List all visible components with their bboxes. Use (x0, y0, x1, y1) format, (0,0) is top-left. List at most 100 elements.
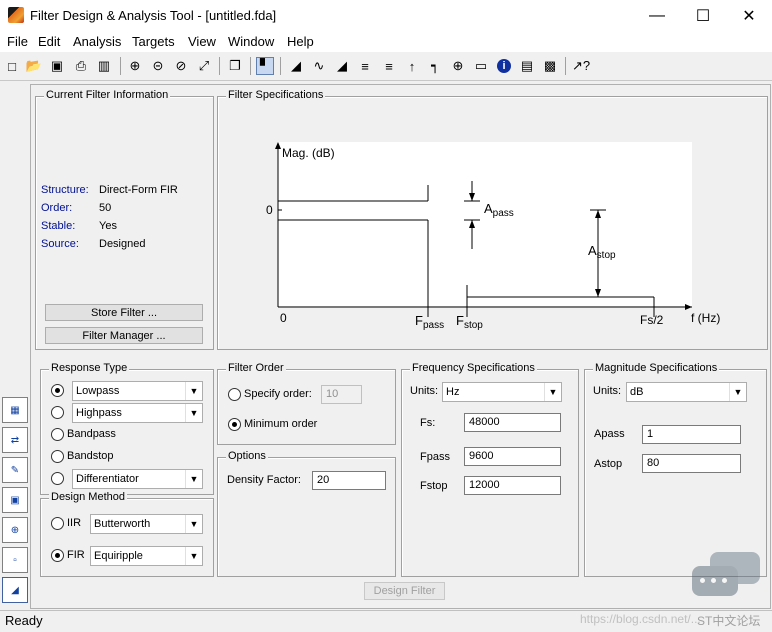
zoom-in-icon[interactable]: ⊕ (126, 57, 144, 75)
pole-zero-editor-side-icon[interactable]: ⊕ (2, 517, 28, 543)
print-icon[interactable]: ⎙ (72, 57, 90, 75)
magnitude-response-icon[interactable]: ◢ (287, 57, 305, 75)
highpass-radio[interactable] (51, 406, 64, 419)
close-button[interactable]: ✕ (726, 0, 772, 31)
filter-order-title: Filter Order (226, 362, 286, 374)
store-filter-button[interactable]: Store Filter ... (45, 304, 203, 321)
freq-units-select[interactable]: Hz ▼ (442, 382, 562, 402)
filter-info-icon[interactable]: i (495, 57, 513, 75)
menu-edit[interactable]: Edit (38, 34, 60, 49)
new-file-icon[interactable]: □ (3, 57, 21, 75)
print-preview-icon[interactable]: ▥ (95, 57, 113, 75)
menu-view[interactable]: View (188, 34, 216, 49)
iir-select[interactable]: Butterworth ▼ (90, 514, 203, 534)
menu-window[interactable]: Window (228, 34, 274, 49)
apass-label: Apass (484, 201, 514, 219)
astop-input[interactable]: 80 (642, 454, 741, 473)
realize-model-side-icon[interactable]: ▣ (2, 487, 28, 513)
fir-radio[interactable] (51, 549, 64, 562)
minimize-button[interactable]: — (634, 0, 680, 31)
frequency-specs-title: Frequency Specifications (410, 362, 537, 374)
fs2-label: Fs/2 (640, 313, 664, 327)
spec-diagram (275, 142, 692, 317)
bandstop-label: Bandstop (67, 450, 114, 462)
highpass-select[interactable]: Highpass ▼ (72, 403, 203, 423)
watermark-logo (692, 552, 762, 602)
minimum-order-label: Minimum order (244, 418, 318, 430)
bandpass-radio[interactable] (51, 428, 64, 441)
density-factor-input[interactable]: 20 (312, 471, 386, 490)
mag-axis-label: Mag. (dB) (282, 146, 335, 160)
magnitude-estimate-icon[interactable]: ▤ (518, 57, 536, 75)
design-method-panel: Design Method IIR Butterworth ▼ FIR Equir… (40, 491, 214, 577)
structure-value: Direct-Form FIR (99, 184, 178, 196)
fstop-input-label: Fstop (420, 480, 448, 492)
maximize-button[interactable]: ☐ (680, 0, 726, 31)
round-off-noise-icon[interactable]: ▩ (541, 57, 559, 75)
menu-targets[interactable]: Targets (132, 34, 175, 49)
bandstop-radio[interactable] (51, 450, 64, 463)
filter-order-panel: Filter Order Specify order: 10 Minimum o… (217, 362, 396, 445)
new-figure-icon[interactable]: ❐ (226, 57, 244, 75)
zero-x-label: 0 (280, 311, 287, 325)
specify-order-radio[interactable] (228, 388, 241, 401)
import-filter-side-icon[interactable]: ✎ (2, 457, 28, 483)
whats-this-icon[interactable]: ↗? (572, 57, 590, 75)
menu-file[interactable]: File (7, 34, 28, 49)
fpass-label: Fpass (415, 313, 445, 331)
fir-label: FIR (67, 549, 85, 561)
impulse-response-icon[interactable]: ↑ (403, 57, 421, 75)
menu-analysis[interactable]: Analysis (73, 34, 121, 49)
toolbar: □ 📂 ▣ ⎙ ▥ ⊕ ⊝ ⊘ ⤢ ❐ ▘ ◢ ∿ ◢ ≡ ≡ ↑ ┑ ⊕ ▭ … (0, 52, 772, 81)
coefficients-icon[interactable]: ▭ (472, 57, 490, 75)
apass-input-label: Apass (594, 428, 625, 440)
fs-input[interactable]: 48000 (464, 413, 561, 432)
freq-units-label: Units: (410, 385, 439, 397)
zero-y-label: 0 (266, 203, 273, 217)
options-title: Options (226, 450, 268, 462)
design-filter-button[interactable]: Design Filter (364, 582, 445, 600)
apass-input[interactable]: 1 (642, 425, 741, 444)
source-value: Designed (99, 238, 146, 250)
title-bar: Filter Design & Analysis Tool - [untitle… (0, 0, 772, 31)
fir-select[interactable]: Equiripple ▼ (90, 546, 203, 566)
iir-label: IIR (67, 517, 82, 529)
phase-response-icon[interactable]: ∿ (310, 57, 328, 75)
filter-manager-button[interactable]: Filter Manager ... (45, 327, 203, 344)
mag-units-select[interactable]: dB ▼ (626, 382, 747, 402)
zoom-y-icon[interactable]: ⊘ (172, 57, 190, 75)
save-icon[interactable]: ▣ (48, 57, 66, 75)
mag-phase-icon[interactable]: ◢ (333, 57, 351, 75)
fstop-input[interactable]: 12000 (464, 476, 561, 495)
design-filter-side-icon[interactable]: ▦ (2, 397, 28, 423)
multirate-side-icon[interactable]: ▫ (2, 547, 28, 573)
menu-help[interactable]: Help (287, 34, 314, 49)
zoom-x-icon[interactable]: ⊝ (149, 57, 167, 75)
options-panel: Options Density Factor: 20 (217, 450, 396, 577)
status-text: Ready (5, 613, 43, 628)
group-delay-icon[interactable]: ≡ (356, 57, 374, 75)
full-view-icon[interactable]: ⤢ (195, 57, 213, 75)
lowpass-select[interactable]: Lowpass ▼ (72, 381, 203, 401)
open-folder-icon[interactable]: 📂 (25, 57, 43, 75)
minimum-order-radio[interactable] (228, 418, 241, 431)
pole-zero-icon[interactable]: ⊕ (449, 57, 467, 75)
fpass-input[interactable]: 9600 (464, 447, 561, 466)
status-bar: Ready https://blog.csdn.net/... ST中文论坛 (0, 610, 772, 632)
differentiator-select[interactable]: Differentiator ▼ (72, 469, 203, 489)
order-value: 50 (99, 202, 112, 214)
magnitude-specs-title: Magnitude Specifications (593, 362, 720, 374)
current-filter-title: Current Filter Information (44, 89, 171, 101)
specify-order-input[interactable]: 10 (321, 385, 362, 404)
phase-delay-icon[interactable]: ≡ (380, 57, 398, 75)
order-label: Order: (41, 202, 73, 214)
filter-specs-icon[interactable]: ▘ (256, 57, 274, 75)
filter-design-side-icon[interactable]: ◢ (2, 577, 28, 603)
bandpass-label: Bandpass (67, 428, 116, 440)
iir-radio[interactable] (51, 517, 64, 530)
structure-label: Structure: (41, 184, 89, 196)
lowpass-radio[interactable] (51, 384, 64, 397)
differentiator-radio[interactable] (51, 472, 64, 485)
step-response-icon[interactable]: ┑ (426, 57, 444, 75)
transform-filter-side-icon[interactable]: ⇄ (2, 427, 28, 453)
